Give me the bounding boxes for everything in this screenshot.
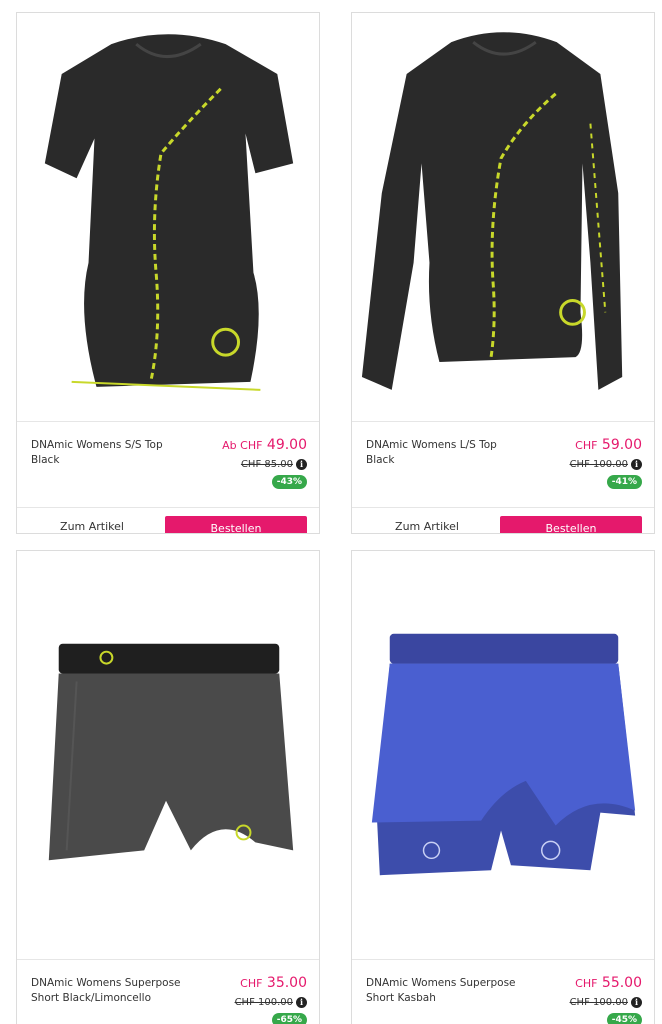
view-product-button[interactable]: Zum Artikel [372,508,482,533]
old-price-value: CHF 100.00 [569,997,628,1008]
old-price: CHF 85.00 i [241,459,307,470]
price-prefix: CHF [575,977,598,990]
old-price-value: CHF 85.00 [240,459,293,470]
old-price-value: CHF 100.00 [234,997,293,1008]
discount-badge: -41% [606,475,642,489]
info-icon[interactable]: i [631,459,642,470]
product-image-short-sleeve-top[interactable] [17,13,319,421]
old-price: CHF 100.00 i [570,459,642,470]
product-price: CHF 59.00 [575,437,642,453]
product-name[interactable]: DNAmic Womens S/S Top Black [31,438,181,468]
price-prefix: CHF [575,439,598,452]
product-actions: Zum Artikel Bestellen [17,507,319,533]
product-name[interactable]: DNAmic Womens L/S Top Black [366,438,516,468]
product-info: DNAmic Womens Superpose Short Black/Limo… [17,959,319,1024]
product-image-blue-shorts[interactable] [352,551,654,959]
info-icon[interactable]: i [631,997,642,1008]
price-amount: 59.00 [601,437,642,453]
product-name[interactable]: DNAmic Womens Superpose Short Kasbah [366,976,516,1006]
price-amount: 35.00 [266,975,307,991]
old-price: CHF 100.00 i [235,997,307,1008]
product-card: DNAmic Womens L/S Top Black CHF 59.00 CH… [351,12,655,534]
discount-badge: -43% [271,475,307,489]
info-icon[interactable]: i [296,459,307,470]
product-card: DNAmic Womens S/S Top Black Ab CHF 49.00… [16,12,320,534]
product-info: DNAmic Womens L/S Top Black CHF 59.00 CH… [352,421,654,507]
product-price: CHF 55.00 [575,975,642,991]
price-amount: 49.00 [266,437,307,453]
product-card: DNAmic Womens Superpose Short Black/Limo… [16,550,320,1024]
old-price: CHF 100.00 i [570,997,642,1008]
price-amount: 55.00 [601,975,642,991]
discount-badge: -45% [606,1013,642,1024]
discount-badge: -65% [271,1013,307,1024]
product-actions: Zum Artikel Bestellen [352,507,654,533]
view-product-button[interactable]: Zum Artikel [37,508,147,533]
order-button[interactable]: Bestellen [165,516,307,533]
price-prefix: CHF [240,977,263,990]
price-prefix: Ab CHF [222,439,263,452]
product-price: Ab CHF 49.00 [222,437,307,453]
product-info: DNAmic Womens Superpose Short Kasbah CHF… [352,959,654,1024]
product-image-long-sleeve-top[interactable] [352,13,654,421]
product-price: CHF 35.00 [240,975,307,991]
product-name[interactable]: DNAmic Womens Superpose Short Black/Limo… [31,976,181,1006]
product-info: DNAmic Womens S/S Top Black Ab CHF 49.00… [17,421,319,507]
order-button[interactable]: Bestellen [500,516,642,533]
info-icon[interactable]: i [296,997,307,1008]
product-card: DNAmic Womens Superpose Short Kasbah CHF… [351,550,655,1024]
old-price-value: CHF 100.00 [569,459,628,470]
product-image-black-shorts[interactable] [17,551,319,959]
